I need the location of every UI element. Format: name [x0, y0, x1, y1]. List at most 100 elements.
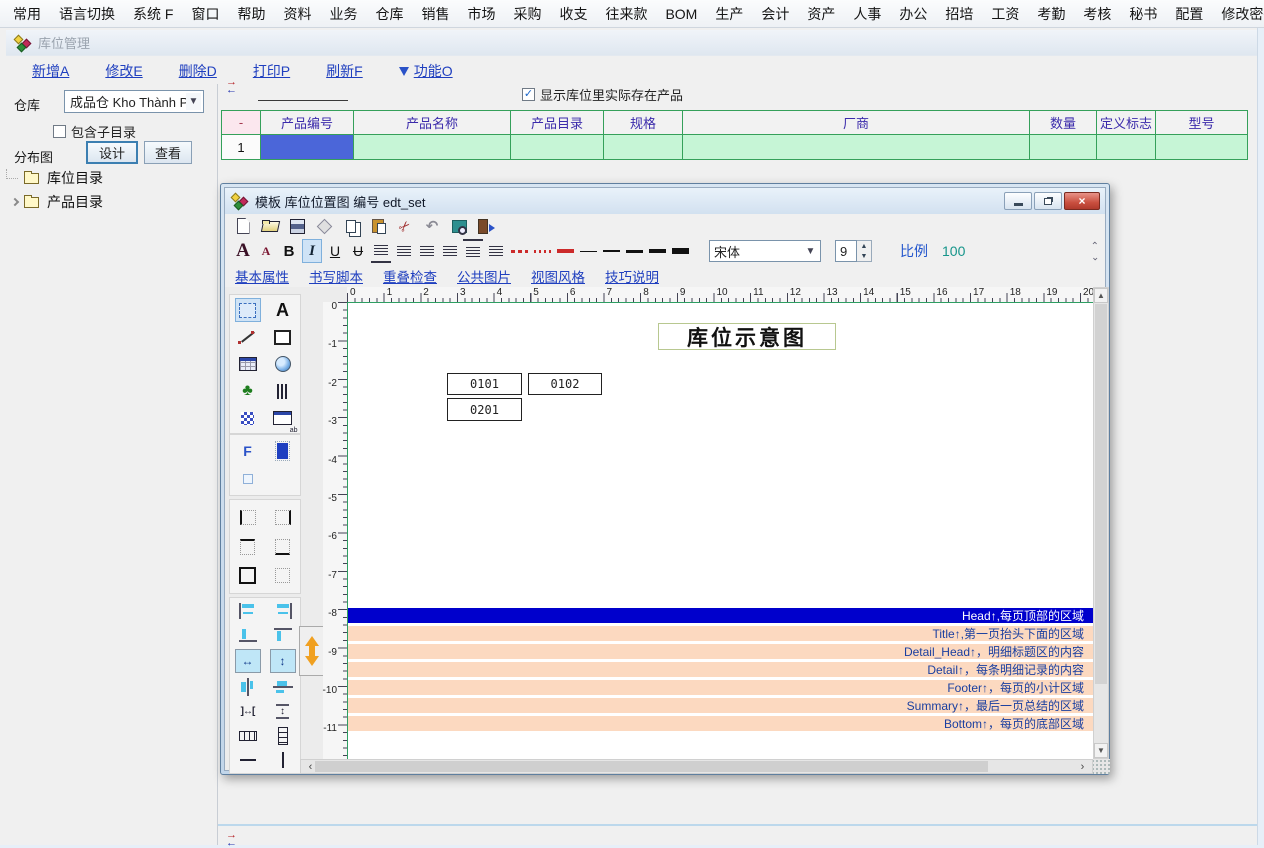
barcode-tool[interactable] [270, 379, 296, 403]
toolbar-scroll-icon[interactable]: ⌃⌃ [1091, 237, 1099, 265]
underline-button[interactable]: U [325, 239, 345, 263]
design-button[interactable]: 设计 [86, 141, 138, 164]
text-align-top-icon[interactable] [463, 239, 483, 263]
designer-tab[interactable]: 技巧说明 [605, 266, 659, 286]
chevron-down-icon[interactable]: ▼ [186, 93, 201, 110]
filled-rect-tool[interactable] [270, 439, 296, 463]
spin-up-icon[interactable]: ▲ [857, 241, 871, 251]
menu-item[interactable]: 办公 [890, 0, 936, 28]
vertical-scroll-thumb[interactable] [1095, 304, 1107, 684]
text-tool[interactable] [270, 298, 296, 322]
report-band[interactable]: Summary↑，最后一页总结的区域 [348, 698, 1093, 713]
space-vertical-tool[interactable] [270, 699, 296, 723]
menu-item[interactable]: 市场 [458, 0, 504, 28]
scale-value[interactable]: 100 [942, 243, 965, 259]
menu-item[interactable]: 生产 [706, 0, 752, 28]
close-button[interactable]: × [1064, 192, 1100, 210]
menu-item[interactable]: 常用 [4, 0, 50, 28]
column-header[interactable]: 产品目录 [510, 110, 604, 135]
align-bottom-tool[interactable] [235, 623, 261, 647]
border-left-tool[interactable] [235, 505, 261, 529]
quick-search-input[interactable] [258, 84, 348, 101]
menu-item[interactable]: 修改密码 [1212, 0, 1264, 28]
line-red-icon[interactable] [555, 239, 575, 263]
view-icon[interactable] [449, 217, 469, 236]
minimize-button[interactable] [1004, 192, 1032, 210]
table-cell[interactable] [1155, 134, 1248, 160]
checkbox-box[interactable] [53, 125, 66, 138]
menu-item[interactable]: 窗口 [182, 0, 228, 28]
table-cell[interactable] [510, 134, 604, 160]
menu-item[interactable]: 采购 [504, 0, 550, 28]
text-align-right-icon[interactable] [440, 239, 460, 263]
menu-item[interactable]: 秘书 [1120, 0, 1166, 28]
move-down-icon[interactable] [305, 656, 319, 666]
font-size-spinner[interactable]: ▲▼ [857, 240, 872, 262]
same-width-tool[interactable] [235, 649, 261, 673]
view-button[interactable]: 查看 [144, 141, 192, 164]
designer-tab[interactable]: 视图风格 [531, 266, 585, 286]
line-thick-icon[interactable] [647, 239, 667, 263]
border-right-tool[interactable] [270, 505, 296, 529]
line-medium-icon[interactable] [624, 239, 644, 263]
menu-item[interactable]: 资料 [274, 0, 320, 28]
column-header[interactable]: 厂商 [682, 110, 1030, 135]
field-label-tool[interactable] [270, 406, 296, 430]
table-cell[interactable] [353, 134, 511, 160]
menu-item[interactable]: 收支 [550, 0, 596, 28]
menu-item[interactable]: 配置 [1166, 0, 1212, 28]
align-top-tool[interactable] [270, 623, 296, 647]
location-box[interactable]: 0101 [447, 373, 522, 395]
equal-columns-tool[interactable] [235, 724, 261, 748]
graph-tool[interactable] [235, 379, 261, 403]
scroll-down-icon[interactable]: ▼ [1094, 743, 1108, 758]
expander-icon[interactable] [6, 199, 24, 205]
designer-tab[interactable]: 公共图片 [457, 266, 511, 286]
column-header[interactable]: 数量 [1029, 110, 1097, 135]
scroll-up-icon[interactable]: ▲ [1094, 288, 1108, 303]
menu-item[interactable]: 资产 [798, 0, 844, 28]
menu-item[interactable]: 会计 [752, 0, 798, 28]
column-header[interactable]: 产品名称 [353, 110, 511, 135]
line-dot-icon[interactable] [532, 239, 552, 263]
column-header[interactable]: - [221, 110, 261, 135]
align-right-tool[interactable] [270, 599, 296, 623]
line-thin-1-icon[interactable] [578, 239, 598, 263]
copy-icon[interactable] [341, 217, 361, 236]
design-canvas[interactable]: 库位示意图 010101020201 Head↑,每页顶部的区域Title↑,第… [347, 302, 1093, 759]
exit-icon[interactable] [476, 217, 496, 236]
vertical-scrollbar[interactable]: ▲ ▼ [1093, 287, 1109, 759]
warehouse-select[interactable]: 成品仓 Kho Thành P ▼ [64, 90, 204, 113]
location-box[interactable]: 0201 [447, 398, 522, 421]
open-icon[interactable] [260, 217, 280, 236]
menu-item[interactable]: BOM [656, 2, 706, 26]
equal-rows-tool[interactable] [270, 724, 296, 748]
font-decrease-button[interactable]: A [256, 239, 276, 263]
action-button[interactable]: 刷新F [326, 61, 363, 81]
report-band[interactable]: Bottom↑，每页的底部区域 [348, 716, 1093, 731]
menu-item[interactable]: 帮助 [228, 0, 274, 28]
designer-tab[interactable]: 基本属性 [235, 266, 289, 286]
new-icon[interactable] [233, 217, 253, 236]
select-tool[interactable] [235, 298, 261, 322]
line-dash-icon[interactable] [509, 239, 529, 263]
picture-tool[interactable] [270, 352, 296, 376]
table-cell[interactable] [260, 134, 354, 160]
menu-item[interactable]: 考勤 [1028, 0, 1074, 28]
italic-button[interactable]: I [302, 239, 322, 263]
table-cell[interactable]: 1 [221, 134, 261, 160]
text-align-bottom-icon[interactable] [371, 239, 391, 263]
field-f-tool[interactable] [235, 439, 261, 463]
border-all-tool[interactable] [235, 564, 261, 588]
font-size-input[interactable]: 9 [835, 240, 857, 262]
strikethrough-button[interactable]: U [348, 239, 368, 263]
undo-icon[interactable] [422, 217, 442, 236]
table-cell[interactable] [682, 134, 1030, 160]
menu-item[interactable]: 语言切换 [50, 0, 124, 28]
same-height-tool[interactable] [270, 649, 296, 673]
line-thin-2-icon[interactable] [601, 239, 621, 263]
report-band[interactable]: Detail_Head↑，明细标题区的内容 [348, 644, 1093, 659]
center-horizontal-tool[interactable] [235, 675, 261, 699]
menu-item[interactable]: 工资 [982, 0, 1028, 28]
horizontal-scrollbar[interactable]: ‹ › [300, 759, 1093, 774]
